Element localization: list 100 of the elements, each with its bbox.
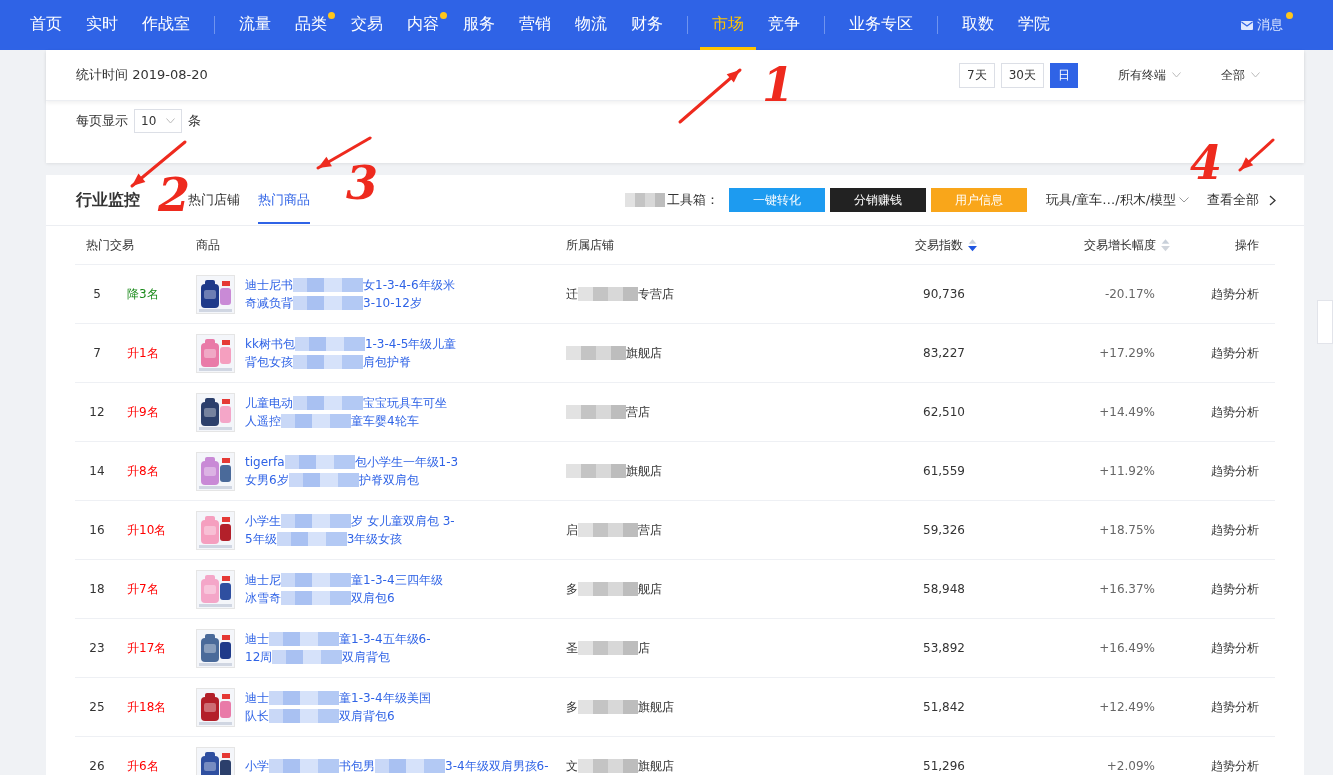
rank-change: 升1名: [127, 344, 159, 362]
tool-button[interactable]: 一键转化: [728, 188, 825, 212]
trend-analysis-link[interactable]: 趋势分析: [1211, 698, 1259, 716]
chevron-right-icon: [1269, 194, 1276, 206]
shop-name: 旗舰店: [560, 344, 662, 362]
side-handle[interactable]: [1317, 300, 1333, 344]
nav-item[interactable]: 财务: [619, 0, 675, 50]
rank-change: 升10名: [127, 521, 167, 539]
nav-item[interactable]: 营销: [507, 0, 563, 50]
column-header: 热门交易: [86, 236, 134, 254]
growth-rate: +17.29%: [1099, 346, 1155, 360]
messages-link[interactable]: 消息: [1241, 0, 1291, 50]
nav-item[interactable]: 流量: [227, 0, 283, 50]
page-size-select[interactable]: 10: [134, 109, 183, 133]
column-header: 商品: [196, 236, 220, 254]
nav-item[interactable]: 交易: [339, 0, 395, 50]
product-link[interactable]: kk树书包 1-3-4-5年级儿童 背包女孩 肩包护脊: [245, 335, 457, 371]
trend-analysis-link[interactable]: 趋势分析: [1211, 285, 1259, 303]
period-button[interactable]: 30天: [1000, 62, 1044, 88]
nav-item[interactable]: 取数: [950, 0, 1006, 50]
stat-time: 统计时间 2019-08-20: [76, 66, 208, 84]
nav-item[interactable]: 服务: [451, 0, 507, 50]
column-header: 交易指数: [915, 236, 963, 254]
shop-name: 启 营店: [565, 521, 662, 539]
tab[interactable]: 热门商品: [258, 176, 310, 224]
column-header: 操作: [1235, 236, 1259, 254]
trade-index: 53,892: [923, 641, 965, 655]
rank-change: 升17名: [127, 639, 167, 657]
dropdown[interactable]: 全部: [1221, 66, 1260, 84]
rank-change: 降3名: [127, 285, 159, 303]
rank-number: 25: [88, 700, 106, 714]
chevron-down-icon: [1251, 72, 1260, 78]
trend-analysis-link[interactable]: 趋势分析: [1211, 462, 1259, 480]
shop-name: 文 旗舰店: [565, 757, 674, 775]
trend-analysis-link[interactable]: 趋势分析: [1211, 344, 1259, 362]
nav-item[interactable]: 竞争: [756, 0, 812, 50]
nav-item[interactable]: 实时: [74, 0, 130, 50]
growth-rate: +12.49%: [1099, 700, 1155, 714]
rank-number: 7: [92, 346, 102, 360]
category-dropdown[interactable]: 玩具/童车…/积木/模型: [1045, 191, 1189, 209]
product-link[interactable]: 迪士尼 童1-3-4三四年级 冰雪奇 双肩包6: [245, 571, 443, 607]
trend-analysis-link[interactable]: 趋势分析: [1211, 521, 1259, 539]
tab[interactable]: 热门店铺: [188, 176, 240, 224]
product-link[interactable]: 小学 书包男 3-4年级双肩男孩6-: [245, 757, 549, 775]
product-link[interactable]: 儿童电动 宝宝玩具车可坐 人遥控 童车婴4轮车: [245, 394, 447, 430]
product-link[interactable]: 迪士尼书 女1-3-4-6年级米 奇减负背 3-10-12岁: [245, 276, 455, 312]
page-size-label: 每页显示: [76, 112, 128, 130]
nav-item[interactable]: 内容: [395, 0, 451, 50]
nav-item[interactable]: 业务专区: [837, 0, 925, 50]
period-button[interactable]: 日: [1050, 62, 1078, 88]
trade-index: 62,510: [923, 405, 965, 419]
growth-rate: +2.09%: [1106, 759, 1155, 773]
shop-name: 圣 店: [565, 639, 650, 657]
pixelated-redaction: [624, 193, 665, 207]
rank-number: 5: [92, 287, 102, 301]
trade-index: 59,326: [923, 523, 965, 537]
rank-number: 18: [88, 582, 106, 596]
nav-item[interactable]: 首页: [18, 0, 74, 50]
trend-analysis-link[interactable]: 趋势分析: [1211, 580, 1259, 598]
toolbox-label: 工具箱：: [666, 191, 719, 209]
trade-index: 90,736: [923, 287, 965, 301]
growth-rate: +14.49%: [1099, 405, 1155, 419]
tool-button[interactable]: 分销赚钱: [829, 188, 926, 212]
growth-rate: +16.49%: [1099, 641, 1155, 655]
trade-index: 58,948: [923, 582, 965, 596]
shop-name: 多 旗舰店: [565, 698, 674, 716]
trend-analysis-link[interactable]: 趋势分析: [1211, 639, 1259, 657]
dropdown[interactable]: 所有终端: [1118, 66, 1181, 84]
product-link[interactable]: 迪士 童1-3-4年级美国 队长 双肩背包6: [245, 689, 431, 725]
rank-change: 升9名: [127, 403, 159, 421]
nav-item[interactable]: 物流: [563, 0, 619, 50]
chevron-down-icon: [1172, 72, 1181, 78]
product-link[interactable]: tigerfa 包小学生一年级1-3 女男6岁 护脊双肩包: [245, 453, 459, 489]
rank-number: 12: [88, 405, 106, 419]
rank-change: 升18名: [127, 698, 167, 716]
trade-index: 51,842: [923, 700, 965, 714]
growth-rate: -20.17%: [1104, 287, 1155, 301]
annotation-arrow: [678, 68, 742, 124]
envelope-icon: [1241, 20, 1253, 30]
trend-analysis-link[interactable]: 趋势分析: [1211, 757, 1259, 775]
nav-item[interactable]: 作战室: [130, 0, 202, 50]
view-all-link[interactable]: 查看全部: [1207, 191, 1276, 209]
growth-rate: +11.92%: [1099, 464, 1155, 478]
rank-number: 26: [88, 759, 106, 773]
sort-icon[interactable]: [968, 238, 977, 252]
nav-item[interactable]: 品类: [283, 0, 339, 50]
trend-analysis-link[interactable]: 趋势分析: [1211, 403, 1259, 421]
rank-change: 升8名: [127, 462, 159, 480]
product-link[interactable]: 小学生 岁 女儿童双肩包 3- 5年级 3年级女孩: [245, 512, 455, 548]
shop-name: 多 舰店: [565, 580, 662, 598]
rank-number: 14: [88, 464, 106, 478]
period-button[interactable]: 7天: [959, 62, 995, 88]
shop-name: 迁 专营店: [565, 285, 674, 303]
product-link[interactable]: 迪士 童1-3-4五年级6- 12周 双肩背包: [245, 630, 431, 666]
rank-change: 升6名: [127, 757, 159, 775]
nav-item[interactable]: 学院: [1006, 0, 1062, 50]
annotation-arrow: [1238, 138, 1275, 172]
trade-index: 61,559: [923, 464, 965, 478]
rank-number: 16: [88, 523, 106, 537]
trade-index: 83,227: [923, 346, 965, 360]
